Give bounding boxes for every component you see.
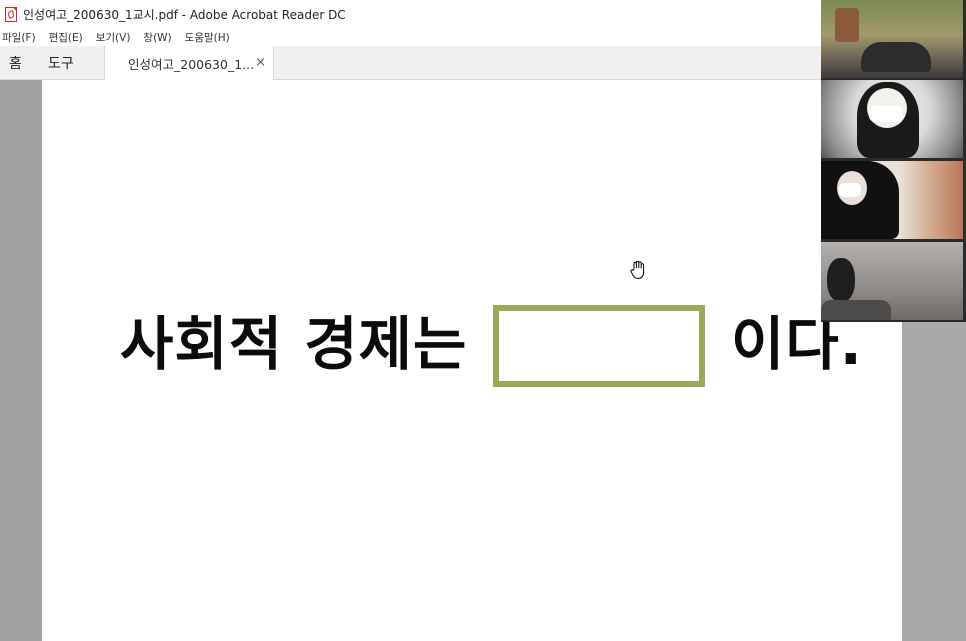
tab-tools[interactable]: 도구 — [48, 53, 74, 73]
window-title: 인성여고_200630_1교시.pdf - Adobe Acrobat Read… — [23, 7, 346, 22]
canvas-left-margin — [0, 80, 42, 641]
slide-text-before-blank: 사회적 경제는 — [120, 310, 468, 378]
tab-document[interactable]: 인성여고_200630_1... × — [104, 46, 274, 81]
participant-2-mask — [869, 106, 903, 122]
pdf-file-icon — [5, 6, 17, 22]
close-tab-icon[interactable]: × — [255, 55, 266, 70]
video-call-panel — [821, 0, 966, 322]
tab-home[interactable]: 홈 — [9, 53, 22, 73]
video-tile-participant-3[interactable] — [821, 161, 963, 239]
menu-window[interactable]: 창(W) — [143, 30, 171, 45]
tab-document-label: 인성여고_200630_1... — [128, 57, 255, 72]
hand-cursor-icon — [630, 260, 645, 280]
participant-1-object — [861, 42, 931, 72]
menu-file[interactable]: 파일(F) — [2, 30, 36, 45]
video-tile-participant-4[interactable] — [821, 242, 963, 320]
participant-4-head — [827, 258, 855, 302]
fill-in-blank-box — [493, 305, 705, 387]
menu-edit[interactable]: 편집(E) — [49, 30, 83, 45]
menu-bar: 파일(F) 편집(E) 보기(V) 창(W) 도움말(H) — [0, 28, 822, 46]
participant-1-background — [835, 8, 859, 42]
video-tile-participant-2[interactable] — [821, 80, 963, 158]
menu-help[interactable]: 도움말(H) — [185, 30, 230, 45]
participant-4-body — [821, 300, 891, 320]
video-tile-participant-1[interactable] — [821, 0, 963, 78]
title-bar: 인성여고_200630_1교시.pdf - Adobe Acrobat Read… — [0, 0, 822, 28]
menu-view[interactable]: 보기(V) — [96, 30, 131, 45]
participant-3-mask — [839, 183, 861, 197]
tab-bar: 홈 도구 인성여고_200630_1... × — [0, 46, 822, 81]
